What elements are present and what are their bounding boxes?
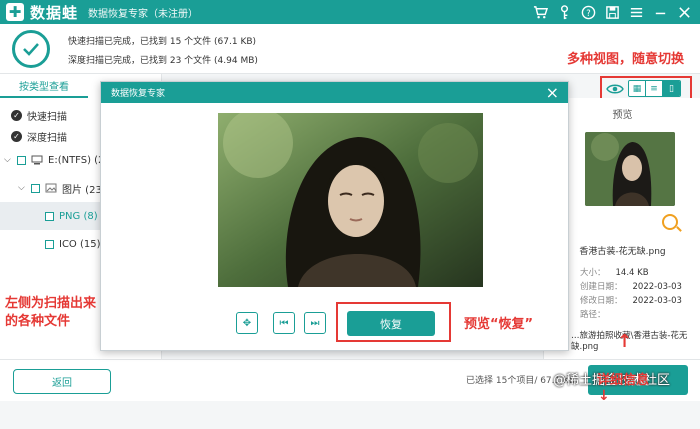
- modified-date-row: 修改日期： 2022-03-03: [580, 296, 682, 306]
- next-icon[interactable]: ⏭: [304, 312, 326, 334]
- close-icon[interactable]: [676, 4, 692, 20]
- tab-by-type[interactable]: 按类型查看: [0, 74, 88, 98]
- annotation-preview-recover: 预览“恢复”: [464, 317, 534, 332]
- file-path-value: …旅游拍照收藏\香港古装-花无缺.png: [571, 331, 688, 352]
- annotation-details: 详细信息: [597, 373, 650, 388]
- chevron-down-icon[interactable]: ⌵: [18, 183, 26, 193]
- sidebar-item-label: 快速扫描: [27, 111, 67, 123]
- app-name: 数据蛙: [30, 3, 79, 22]
- path-label: 路径：: [580, 310, 606, 320]
- annotation-left-files: 左侧为扫描出来 的各种文件: [5, 296, 97, 329]
- annotation-arrow-down-icon: ↓: [598, 388, 610, 404]
- tree-item-drive[interactable]: ⌵ E:(NTFS) (23): [4, 149, 115, 171]
- checked-icon: ✓: [11, 130, 22, 142]
- preview-dialog: 数据恢复专家 × ✥ ⏮ ⏭ 恢复: [100, 81, 569, 351]
- chevron-down-icon[interactable]: ⌵: [4, 155, 12, 165]
- modified-date-value: 2022-03-03: [632, 296, 682, 306]
- close-icon[interactable]: ×: [546, 83, 559, 102]
- tree-item-png[interactable]: PNG (8): [45, 205, 98, 227]
- title-bar: ✚ 数据蛙 数据恢复专家（未注册） ?: [0, 0, 700, 24]
- svg-text:?: ?: [586, 7, 590, 17]
- scan-complete-check-icon: [12, 30, 50, 68]
- checkbox[interactable]: [45, 239, 54, 249]
- save-icon[interactable]: [604, 4, 620, 20]
- checkbox[interactable]: [31, 183, 40, 193]
- help-icon[interactable]: ?: [580, 4, 596, 20]
- menu-icon[interactable]: [628, 4, 644, 20]
- image-folder-icon: [45, 183, 57, 193]
- dialog-title-bar: 数据恢复专家 ×: [101, 82, 568, 103]
- tree-item-images-folder[interactable]: ⌵ 图片 (23): [18, 177, 106, 199]
- preview-thumbnail: [585, 132, 675, 206]
- checkbox[interactable]: [17, 155, 26, 165]
- app-logo-icon: ✚: [6, 3, 24, 21]
- zoom-icon[interactable]: [662, 214, 678, 230]
- minimize-icon[interactable]: [652, 4, 668, 20]
- sidebar-item-deep-scan[interactable]: ✓ 深度扫描: [11, 125, 67, 147]
- dialog-title: 数据恢复专家: [111, 89, 166, 99]
- annotation-arrow-up-icon: ↑: [617, 331, 633, 352]
- drive-icon: [31, 155, 43, 165]
- cart-icon[interactable]: [532, 4, 548, 20]
- checkbox[interactable]: [45, 211, 54, 221]
- key-icon[interactable]: [556, 4, 572, 20]
- tree-item-ico[interactable]: ICO (15): [45, 233, 101, 255]
- fit-view-icon[interactable]: ✥: [236, 312, 258, 334]
- file-size-row: 大小： 14.4 KB: [580, 268, 649, 278]
- checked-icon: ✓: [11, 109, 22, 121]
- sidebar-item-quick-scan[interactable]: ✓ 快速扫描: [11, 104, 67, 126]
- annotation-box-recover: [336, 302, 451, 342]
- quick-scan-result: 快速扫描已完成，已找到 15 个文件 (67.1 KB): [68, 37, 257, 47]
- window-title: 数据恢复专家（未注册）: [88, 8, 199, 20]
- created-date-row: 创建日期： 2022-03-03: [580, 282, 682, 292]
- back-button[interactable]: 返回: [13, 369, 111, 394]
- preview-image: [218, 113, 483, 287]
- previous-icon[interactable]: ⏮: [273, 312, 295, 334]
- sidebar-item-label: 深度扫描: [27, 132, 67, 144]
- tree-item-label: PNG (8): [59, 210, 98, 222]
- created-date-value: 2022-03-03: [632, 282, 682, 292]
- deep-scan-result: 深度扫描已完成，已找到 23 个文件 (4.94 MB): [68, 56, 258, 66]
- file-size-value: 14.4 KB: [615, 268, 649, 278]
- annotation-views: 多种视图，随意切换: [567, 52, 685, 67]
- tree-item-label: ICO (15): [59, 238, 101, 250]
- footer: [0, 401, 700, 429]
